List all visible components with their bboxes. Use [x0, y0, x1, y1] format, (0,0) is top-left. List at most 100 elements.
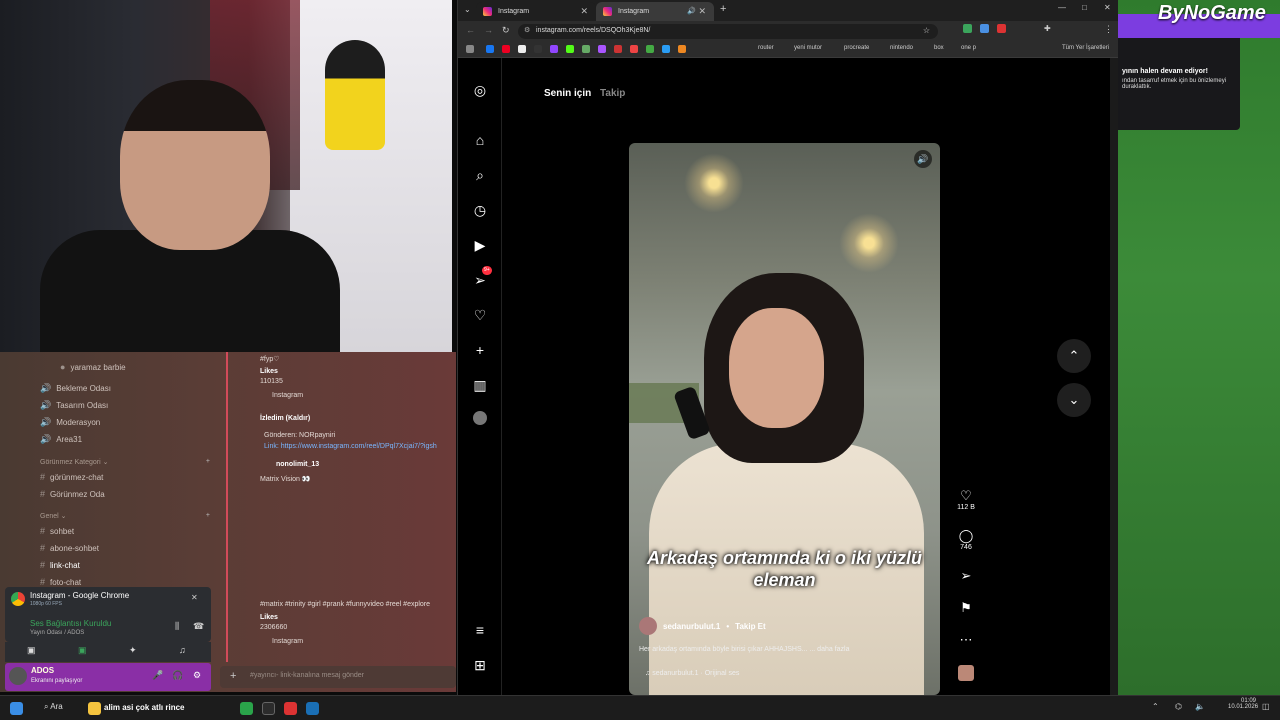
forward-icon[interactable]: → — [484, 25, 493, 35]
extension-icon[interactable] — [997, 24, 1006, 33]
follow-button[interactable]: Takip Et — [735, 622, 766, 631]
apps-icon[interactable] — [466, 45, 474, 53]
mic-icon[interactable]: 🎤 — [152, 670, 163, 681]
notifications-icon[interactable]: ♡ — [470, 305, 490, 325]
channel-link-chat[interactable]: # link-chat — [40, 560, 80, 570]
start-icon[interactable] — [10, 702, 23, 715]
more-menu-icon[interactable]: ≡ — [470, 620, 490, 640]
add-channel-icon[interactable]: + — [206, 458, 210, 465]
channel-foto-chat[interactable]: # foto-chat — [40, 577, 81, 587]
bookmark-router[interactable]: router — [758, 45, 774, 51]
tray-chevron-icon[interactable]: ⌃ — [1152, 702, 1159, 711]
bookmark-icon[interactable] — [534, 45, 542, 53]
tab-search-icon[interactable]: ⌄ — [464, 5, 471, 14]
bookmark-folder[interactable]: yeni mutor — [794, 45, 822, 51]
embed-author[interactable]: nonolimit_13 — [276, 461, 319, 468]
site-info-icon[interactable]: ⚙ — [524, 26, 530, 34]
dashboard-icon[interactable]: ▥ — [470, 375, 490, 395]
tab-following[interactable]: Takip — [600, 88, 625, 99]
audio-playing-icon[interactable]: 🔊 — [687, 7, 696, 15]
channel-abone-sohbet[interactable]: # abone-sohbet — [40, 543, 99, 553]
settings-icon[interactable]: ⚙ — [193, 670, 201, 681]
youtube-icon[interactable] — [502, 45, 510, 53]
watched-label[interactable]: İzledim (Kaldır) — [260, 415, 310, 422]
channel-hidden-chat[interactable]: # görünmez-chat — [40, 472, 103, 482]
taskbar-search[interactable]: ⌕ Ara — [44, 702, 63, 712]
bookmark-folder[interactable]: procreate — [844, 45, 869, 51]
category-general[interactable]: Genel ⌄ + — [40, 512, 210, 520]
author-name[interactable]: sedanurbulut.1 — [663, 622, 720, 631]
new-tab-icon[interactable]: + — [720, 3, 726, 15]
bookmark-star-icon[interactable]: ☆ — [923, 26, 930, 35]
bookmark-icon[interactable] — [630, 45, 638, 53]
tab-instagram-2[interactable]: Instagram 🔊 ✕ — [596, 2, 714, 21]
channel-user[interactable]: ● yaramaz barbie — [60, 362, 126, 372]
channel-bekleme[interactable]: 🔊 Bekleme Odası — [40, 383, 111, 394]
disconnect-icon[interactable]: ☎ — [193, 621, 204, 632]
attach-icon[interactable]: + — [230, 670, 236, 682]
next-reel-button[interactable]: ⌄ — [1057, 383, 1091, 417]
share-button[interactable]: ➢ — [956, 568, 976, 584]
reel-video[interactable]: 🔊 Arkadaş ortamında ki o iki yüzlü elema… — [629, 143, 940, 695]
volume-icon[interactable]: 🔊 — [914, 150, 932, 168]
minimize-icon[interactable]: — — [1058, 3, 1066, 12]
bookmark-folder[interactable]: nintendo — [890, 45, 913, 51]
add-channel-icon[interactable]: + — [206, 512, 210, 519]
explore-icon[interactable]: ◷ — [470, 200, 490, 220]
extension-icon[interactable] — [963, 24, 972, 33]
close-tab-icon[interactable]: ✕ — [698, 6, 706, 17]
also-from-meta-icon[interactable]: ⊞ — [470, 655, 490, 675]
more-options-button[interactable]: ⋯ — [956, 632, 976, 648]
file-explorer-icon[interactable] — [88, 702, 101, 715]
channel-hidden-room[interactable]: # Görünmez Oda — [40, 489, 105, 499]
like-button[interactable]: ♡ 112 B — [956, 488, 976, 511]
bookmark-icon[interactable] — [582, 45, 590, 53]
url-input[interactable]: ⚙ instagram.com/reels/DSQOh3Kje8N/ ☆ — [518, 24, 938, 39]
close-tab-icon[interactable]: ✕ — [580, 6, 588, 17]
comment-button[interactable]: ◯ 746 — [956, 528, 976, 551]
maximize-icon[interactable]: □ — [1082, 3, 1087, 12]
kick-icon[interactable] — [566, 45, 574, 53]
create-icon[interactable]: + — [470, 340, 490, 360]
message-input[interactable]: + #yayıncı- link-kanalına mesaj gönder — [220, 666, 456, 688]
x-icon[interactable] — [518, 45, 526, 53]
reel-audio[interactable]: ♫ sedanurbulut.1 · Orijinal ses — [645, 670, 739, 677]
back-icon[interactable]: ← — [466, 25, 475, 35]
message-link[interactable]: Link: https://www.instagram.com/reel/DPq… — [264, 443, 437, 450]
author-avatar[interactable] — [639, 617, 657, 635]
channel-sohbet[interactable]: # sohbet — [40, 526, 74, 536]
avatar[interactable] — [9, 667, 27, 685]
camera-icon[interactable]: ▣ — [27, 645, 36, 656]
audio-thumbnail[interactable] — [956, 665, 976, 681]
bookmark-icon[interactable] — [598, 45, 606, 53]
previous-reel-button[interactable]: ⌃ — [1057, 339, 1091, 373]
app-icon[interactable] — [284, 702, 297, 715]
bookmark-icon[interactable] — [678, 45, 686, 53]
all-bookmarks[interactable]: Tüm Yer İşaretleri — [1062, 45, 1109, 51]
channel-area31[interactable]: 🔊 Area31 — [40, 434, 82, 445]
home-icon[interactable]: ⌂ — [470, 130, 490, 150]
wifi-icon[interactable]: ⌬ — [1175, 702, 1182, 711]
close-stream-icon[interactable]: ✕ — [191, 593, 198, 602]
activities-icon[interactable]: ✦ — [129, 645, 137, 656]
chrome-menu-icon[interactable]: ⋮ — [1104, 24, 1113, 35]
screen-share-icon[interactable]: ▣ — [78, 645, 87, 656]
bookmark-icon[interactable] — [662, 45, 670, 53]
save-button[interactable]: ⚑ — [956, 600, 976, 616]
bookmark-folder[interactable]: one p — [961, 45, 976, 51]
bookmark-icon[interactable] — [646, 45, 654, 53]
search-icon[interactable]: ⌕ — [470, 165, 490, 185]
notifications-tray-icon[interactable]: ◫ — [1262, 702, 1270, 711]
reel-description[interactable]: Her arkadaş ortamında böyle birisi çıkar… — [639, 646, 849, 653]
reels-icon[interactable]: ▶ — [470, 235, 490, 255]
twitch-icon[interactable] — [550, 45, 558, 53]
clock[interactable]: 01:09 10.01.2026 — [1228, 698, 1258, 710]
steam-icon[interactable] — [306, 702, 319, 715]
app-icon[interactable] — [262, 702, 275, 715]
messages-icon[interactable]: ➢ 9+ — [470, 266, 492, 290]
instagram-logo-icon[interactable]: ◎ — [470, 80, 490, 100]
soundboard-button-icon[interactable]: ♫ — [179, 645, 186, 655]
extension-icon[interactable] — [980, 24, 989, 33]
page-scrollbar[interactable] — [1110, 58, 1118, 695]
profile-avatar[interactable] — [470, 410, 490, 430]
